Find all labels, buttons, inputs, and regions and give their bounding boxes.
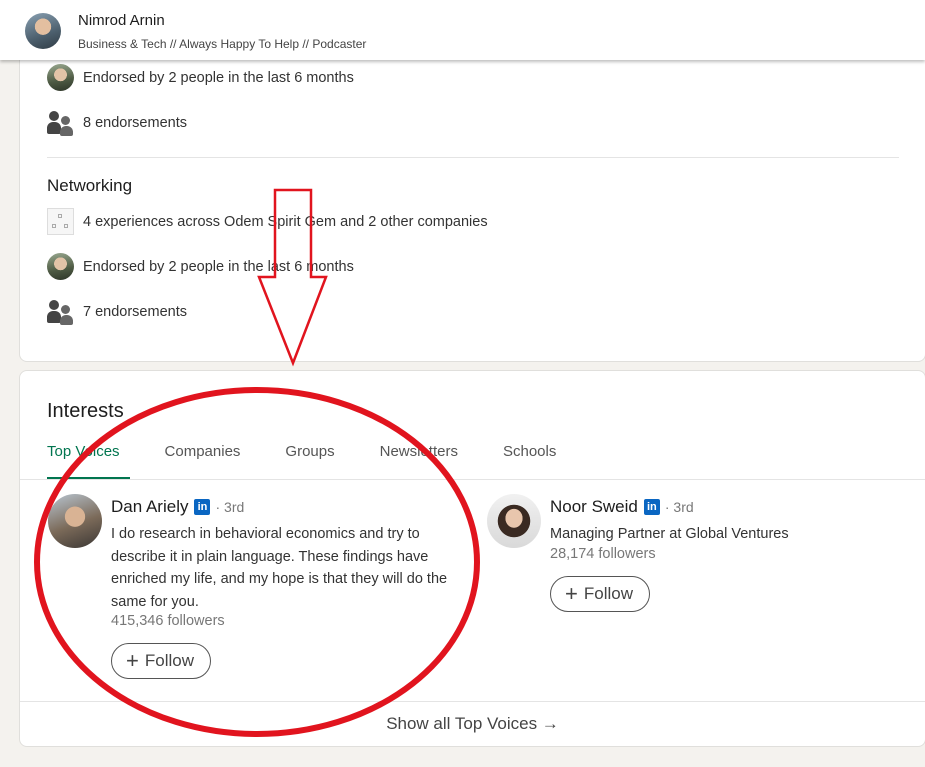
people-icon — [47, 298, 74, 325]
plus-icon: + — [565, 581, 578, 606]
networking-endorsements-row[interactable]: 7 endorsements — [47, 298, 187, 325]
networking-endorsed-row: Endorsed by 2 people in the last 6 month… — [47, 253, 354, 280]
person-name[interactable]: Noor Sweid — [550, 497, 638, 517]
skill-endorsed-row: Endorsed by 2 people in the last 6 month… — [47, 64, 354, 91]
people-icon — [47, 109, 74, 136]
avatar[interactable] — [48, 494, 102, 548]
skill-endorsements-text[interactable]: 8 endorsements — [83, 115, 187, 131]
profile-avatar[interactable] — [25, 13, 61, 49]
plus-icon: + — [126, 648, 139, 673]
top-voice-dan-ariely: Dan Ariely in · 3rd I do research in beh… — [48, 494, 468, 684]
show-all-divider — [20, 701, 925, 702]
networking-experience-text: 4 experiences across Odem Spirit Gem and… — [83, 213, 488, 230]
networking-endorsements-text[interactable]: 7 endorsements — [83, 304, 187, 320]
person-name-row: Noor Sweid in · 3rd — [550, 497, 694, 517]
top-voice-noor-sweid: Noor Sweid in · 3rd Managing Partner at … — [487, 494, 887, 614]
company-icon — [47, 208, 74, 235]
tab-groups[interactable]: Groups — [285, 441, 334, 479]
linkedin-influencer-icon: in — [643, 499, 660, 515]
interests-tabs: Top Voices Companies Groups Newsletters … — [47, 441, 601, 479]
interests-title: Interests — [47, 400, 124, 422]
sticky-profile-header: Nimrod Arnin Business & Tech // Always H… — [0, 0, 925, 60]
avatar-icon — [47, 253, 74, 280]
connection-degree: · 3rd — [215, 499, 245, 515]
avatar[interactable] — [487, 494, 541, 548]
person-name-row: Dan Ariely in · 3rd — [111, 497, 244, 517]
profile-headline: Business & Tech // Always Happy To Help … — [78, 37, 367, 51]
follow-label: Follow — [144, 651, 194, 670]
tab-newsletters[interactable]: Newsletters — [380, 441, 458, 479]
person-followers: 415,346 followers — [111, 613, 225, 629]
skill-endorsements-row[interactable]: 8 endorsements — [47, 109, 187, 136]
follow-button[interactable]: + Follow — [111, 643, 211, 679]
connection-degree: · 3rd — [664, 499, 694, 515]
networking-endorsed-text: Endorsed by 2 people in the last 6 month… — [83, 258, 354, 275]
avatar-icon — [47, 64, 74, 91]
tabs-divider — [20, 479, 925, 480]
person-description: I do research in behavioral economics an… — [111, 526, 448, 610]
show-all-top-voices-link[interactable]: Show all Top Voices → — [20, 714, 925, 734]
person-name[interactable]: Dan Ariely — [111, 497, 188, 517]
interests-card: Interests Top Voices Companies Groups Ne… — [19, 370, 925, 747]
profile-name[interactable]: Nimrod Arnin — [78, 12, 165, 29]
skills-divider — [47, 157, 899, 158]
skill-networking-title[interactable]: Networking — [47, 176, 132, 196]
follow-button[interactable]: + Follow — [550, 576, 650, 612]
tab-companies[interactable]: Companies — [165, 441, 241, 479]
networking-experience-row: 4 experiences across Odem Spirit Gem and… — [47, 208, 488, 235]
follow-label: Follow — [583, 584, 633, 603]
tab-top-voices[interactable]: Top Voices — [47, 441, 130, 479]
person-followers: 28,174 followers — [550, 546, 656, 562]
skill-endorsed-text: Endorsed by 2 people in the last 6 month… — [83, 69, 354, 86]
person-description: Managing Partner at Global Ventures — [550, 526, 789, 542]
linkedin-influencer-icon: in — [194, 499, 211, 515]
tab-schools[interactable]: Schools — [503, 441, 556, 479]
